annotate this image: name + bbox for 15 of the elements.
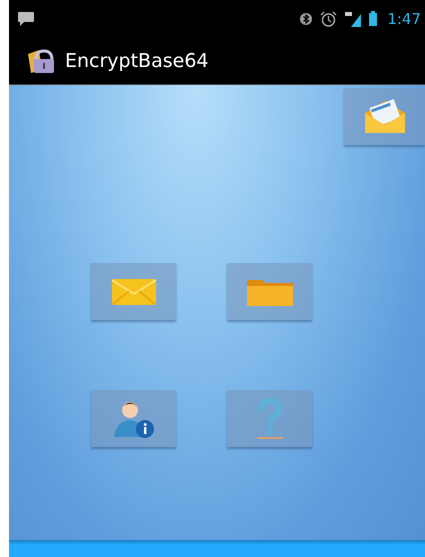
envelope-letter-icon [362,98,406,134]
bluetooth-icon [300,10,312,26]
folder-button[interactable] [227,263,312,320]
signal-icon [345,10,362,26]
contact-button[interactable] [91,390,176,447]
battery-icon [369,11,378,26]
help-button[interactable] [227,390,312,447]
app-title: EncryptBase64 [65,50,209,72]
compose-button[interactable] [344,88,425,145]
folder-lock-icon [27,48,55,74]
clock-time: 1:47 [387,10,421,28]
mail-button[interactable] [91,263,176,320]
alarm-icon [320,10,338,26]
chat-icon [17,10,35,26]
envelope-icon [110,278,156,306]
